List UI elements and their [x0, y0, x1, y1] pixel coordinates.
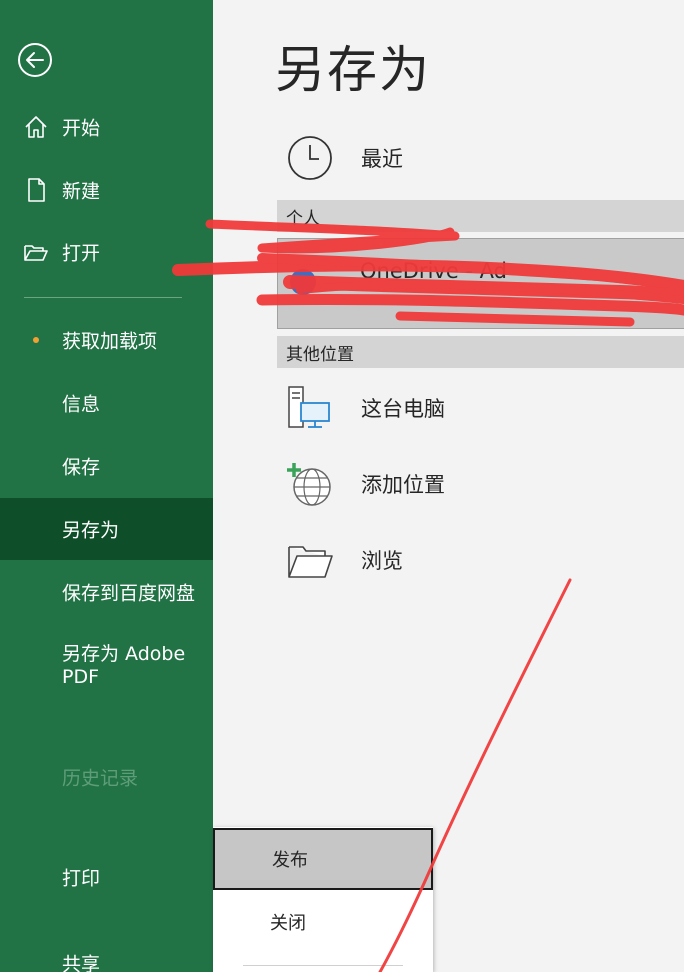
- sidebar-item-label: 另存为: [62, 519, 120, 542]
- sidebar-item-label: 历史记录: [62, 767, 139, 790]
- menu-item-publish[interactable]: 发布: [213, 828, 433, 890]
- add-globe-icon: [287, 463, 331, 506]
- location-recent[interactable]: 最近: [277, 128, 657, 188]
- page-title: 另存为: [275, 41, 431, 99]
- location-this-pc[interactable]: 这台电脑: [277, 378, 657, 438]
- computer-icon: [288, 386, 330, 428]
- menu-item-label: 关闭: [270, 913, 306, 934]
- sidebar-item-save-as[interactable]: 另存为: [0, 498, 213, 560]
- open-folder-icon: [24, 245, 48, 261]
- location-label: 添加位置: [361, 473, 445, 497]
- section-header-personal: 个人: [277, 200, 684, 232]
- location-label: 浏览: [361, 549, 403, 573]
- menu-item-label: 发布: [272, 850, 308, 871]
- sidebar-item-print[interactable]: 打印: [0, 846, 213, 908]
- back-arrow-icon: [18, 43, 52, 77]
- onedrive-cloud-icon: [290, 269, 316, 295]
- backstage-sidebar: 开始 新建 打开 获取加载项 信息 保存 另存为 保存到百度网盘 另存为 Ado…: [0, 0, 213, 972]
- new-badge-dot: [33, 337, 39, 343]
- new-file-icon: [28, 178, 45, 202]
- sidebar-item-label: 打印: [62, 867, 101, 890]
- sidebar-item-label: 开始: [62, 117, 101, 140]
- sidebar-item-label: 保存到百度网盘: [62, 582, 196, 605]
- sidebar-item-label: 保存: [62, 456, 101, 479]
- sidebar-item-label: 另存为 Adobe PDF: [62, 643, 186, 688]
- menu-separator: [243, 965, 403, 966]
- back-button[interactable]: [17, 42, 53, 78]
- location-label: 这台电脑: [361, 397, 445, 421]
- sidebar-item-open[interactable]: 打开: [0, 221, 213, 283]
- sidebar-item-addins[interactable]: 获取加载项: [0, 309, 213, 371]
- sidebar-item-info[interactable]: 信息: [0, 372, 213, 434]
- menu-item-close[interactable]: 关闭: [213, 891, 433, 953]
- sidebar-item-share[interactable]: 共享: [0, 932, 213, 972]
- sidebar-item-label: 共享: [62, 953, 101, 972]
- sidebar-item-save-baidu[interactable]: 保存到百度网盘: [0, 561, 213, 623]
- sidebar-item-save[interactable]: 保存: [0, 435, 213, 497]
- location-label: OneDrive - Ad: [360, 259, 507, 283]
- sidebar-item-label: 新建: [62, 180, 101, 203]
- location-add-place[interactable]: 添加位置: [277, 454, 657, 514]
- section-header-other: 其他位置: [277, 336, 684, 368]
- clock-icon: [288, 136, 332, 180]
- location-label: 最近: [361, 147, 403, 171]
- sidebar-item-label: 打开: [62, 242, 101, 265]
- location-onedrive[interactable]: OneDrive - Ad: [277, 238, 684, 329]
- sidebar-item-label: 获取加载项: [62, 330, 158, 353]
- location-browse[interactable]: 浏览: [277, 530, 657, 590]
- sidebar-item-history: 历史记录: [0, 746, 213, 808]
- sidebar-item-label: 信息: [62, 393, 101, 416]
- sidebar-item-home[interactable]: 开始: [0, 96, 213, 158]
- home-icon: [25, 116, 47, 138]
- sidebar-item-save-pdf[interactable]: 另存为 Adobe PDF: [0, 628, 213, 704]
- sidebar-divider: [24, 297, 182, 298]
- more-menu-popup: 发布 关闭: [213, 827, 433, 972]
- folder-browse-icon: [288, 546, 333, 578]
- sidebar-item-new[interactable]: 新建: [0, 159, 213, 221]
